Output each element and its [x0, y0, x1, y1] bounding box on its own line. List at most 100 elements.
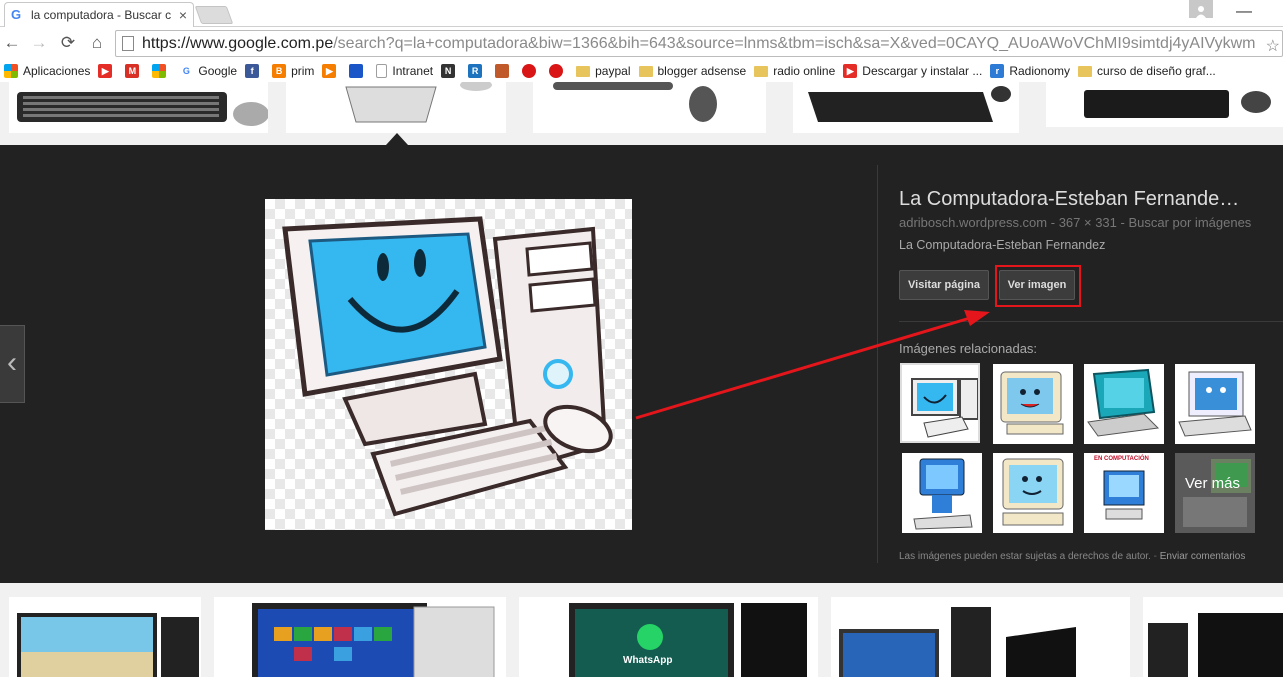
related-image[interactable]: EN COMPUTACIÓN	[1084, 453, 1164, 533]
bookmark-item[interactable]	[491, 60, 518, 82]
bookmark-item[interactable]: f	[241, 60, 268, 82]
radionomy-icon: r	[990, 64, 1005, 78]
image-title[interactable]: La Computadora-Esteban Fernande…	[899, 188, 1283, 211]
previous-image-button[interactable]: ‹	[0, 325, 25, 403]
bookmark-item[interactable]	[545, 60, 572, 82]
browser-toolbar: ← → ⟳ ⌂ https://www.google.com.pe/search…	[0, 27, 1283, 60]
bug-icon	[495, 64, 510, 78]
bookmark-label: prim	[291, 64, 315, 78]
folder-icon	[576, 65, 591, 77]
search-by-image-link[interactable]: Buscar por imágenes	[1128, 215, 1251, 230]
url-text: https://www.google.com.pe/search?q=la+co…	[142, 34, 1256, 52]
related-images-more[interactable]: Ver más	[1175, 453, 1255, 533]
bookmark-item[interactable]: G Google	[175, 60, 241, 82]
close-tab-icon[interactable]: ×	[179, 7, 187, 23]
bookmark-item[interactable]: ▶	[318, 60, 345, 82]
bookmark-item[interactable]: curso de diseño graf...	[1074, 60, 1220, 82]
result-thumbnail[interactable]	[214, 597, 506, 677]
apps-grid-icon	[4, 64, 18, 78]
folder-icon	[638, 65, 653, 77]
folder-icon	[1078, 65, 1093, 77]
bookmark-label: Aplicaciones	[23, 64, 91, 78]
bookmark-item[interactable]: Bprim	[268, 60, 318, 82]
related-images-label: Imágenes relacionadas:	[899, 341, 1038, 356]
tab-title: la computadora - Buscar c	[31, 8, 172, 22]
result-thumbnail-selected[interactable]	[286, 82, 506, 133]
send-feedback-link[interactable]: Enviar comentarios	[1160, 551, 1246, 562]
result-thumbnail[interactable]: WhatsApp	[519, 597, 818, 677]
result-thumbnail[interactable]	[793, 82, 1019, 133]
bookmark-item[interactable]: M	[121, 60, 148, 82]
r-icon: R	[468, 64, 483, 78]
play-icon: ▶	[322, 64, 337, 78]
blogger-icon: B	[272, 64, 287, 78]
bookmark-item[interactable]	[518, 60, 545, 82]
bookmark-label: Descargar y instalar ...	[862, 64, 983, 78]
bookmark-star-icon[interactable]: ☆	[1265, 36, 1280, 56]
tab-strip: G la computadora - Buscar c × —	[0, 0, 1283, 27]
bookmark-label: Intranet	[392, 64, 434, 78]
google-favicon-icon: G	[11, 7, 22, 22]
related-image[interactable]	[1175, 364, 1255, 444]
bookmark-item[interactable]: R	[464, 60, 491, 82]
panel-separator	[899, 321, 1283, 322]
image-dimensions: 367 × 331	[1058, 215, 1117, 230]
folder-icon	[754, 65, 769, 77]
forward-button[interactable]: →	[29, 33, 49, 53]
bookmark-item[interactable]: ▶	[94, 60, 121, 82]
source-site-link[interactable]: adribosch.wordpress.com	[899, 215, 1047, 230]
related-image[interactable]	[1084, 364, 1164, 444]
bookmark-item[interactable]: r Radionomy	[986, 60, 1074, 82]
bookmark-item[interactable]	[345, 60, 372, 82]
reload-button[interactable]: ⟳	[58, 33, 78, 53]
bookmark-label: Radionomy	[1009, 64, 1071, 78]
visit-page-button[interactable]: Visitar página	[899, 270, 989, 300]
bookmark-label: blogger adsense	[657, 64, 747, 78]
google-icon: G	[179, 64, 194, 78]
preview-image[interactable]	[265, 199, 632, 530]
result-thumbnail[interactable]	[831, 597, 1130, 677]
bookmark-label: paypal	[595, 64, 631, 78]
facebook-icon: f	[245, 64, 260, 78]
copyright-notice: Las imágenes pueden estar sujetas a dere…	[899, 551, 1246, 562]
related-image[interactable]	[902, 453, 982, 533]
result-thumbnail[interactable]	[1046, 82, 1283, 127]
bookmark-label: curso de diseño graf...	[1097, 64, 1216, 78]
square-icon	[349, 64, 364, 78]
related-image[interactable]	[993, 364, 1073, 444]
related-image[interactable]	[900, 363, 980, 443]
highlight-box	[995, 265, 1081, 307]
youtube-icon: ▶	[98, 64, 113, 78]
browser-tab[interactable]: G la computadora - Buscar c ×	[4, 2, 194, 27]
back-button[interactable]: ←	[2, 33, 22, 53]
whatsapp-label: WhatsApp	[623, 655, 673, 666]
panel-divider	[877, 165, 878, 563]
image-source-line: adribosch.wordpress.com - 367 × 331 - Bu…	[899, 215, 1252, 230]
result-thumbnail[interactable]	[1143, 597, 1283, 677]
result-thumbnail[interactable]	[9, 82, 268, 133]
image-description: La Computadora-Esteban Fernandez	[899, 238, 1106, 252]
home-button[interactable]: ⌂	[87, 33, 107, 53]
page-icon	[376, 64, 388, 78]
result-thumbnail[interactable]	[533, 82, 766, 133]
red-dot-icon	[522, 64, 537, 78]
bookmark-label: radio online	[773, 64, 836, 78]
youtube-icon: ▶	[843, 64, 858, 78]
bookmark-item[interactable]: Aplicaciones	[0, 60, 94, 82]
new-tab-button[interactable]	[194, 6, 234, 24]
bookmark-item[interactable]: blogger adsense	[635, 60, 751, 82]
related-image[interactable]	[993, 453, 1073, 533]
bookmark-item[interactable]	[148, 60, 175, 82]
bookmark-item[interactable]: radio online	[750, 60, 839, 82]
page-icon	[122, 36, 134, 51]
result-thumbnail[interactable]	[9, 597, 201, 677]
bookmark-item[interactable]: paypal	[572, 60, 634, 82]
bookmark-item[interactable]: Intranet	[372, 60, 437, 82]
selected-result-pointer	[386, 133, 408, 145]
bookmark-item[interactable]: ▶ Descargar y instalar ...	[839, 60, 986, 82]
profile-icon[interactable]	[1189, 0, 1213, 18]
bookmark-item[interactable]: N	[437, 60, 464, 82]
minimize-window-button[interactable]: —	[1236, 3, 1252, 21]
address-bar[interactable]: https://www.google.com.pe/search?q=la+co…	[115, 30, 1283, 57]
red-dot-icon	[549, 64, 564, 78]
